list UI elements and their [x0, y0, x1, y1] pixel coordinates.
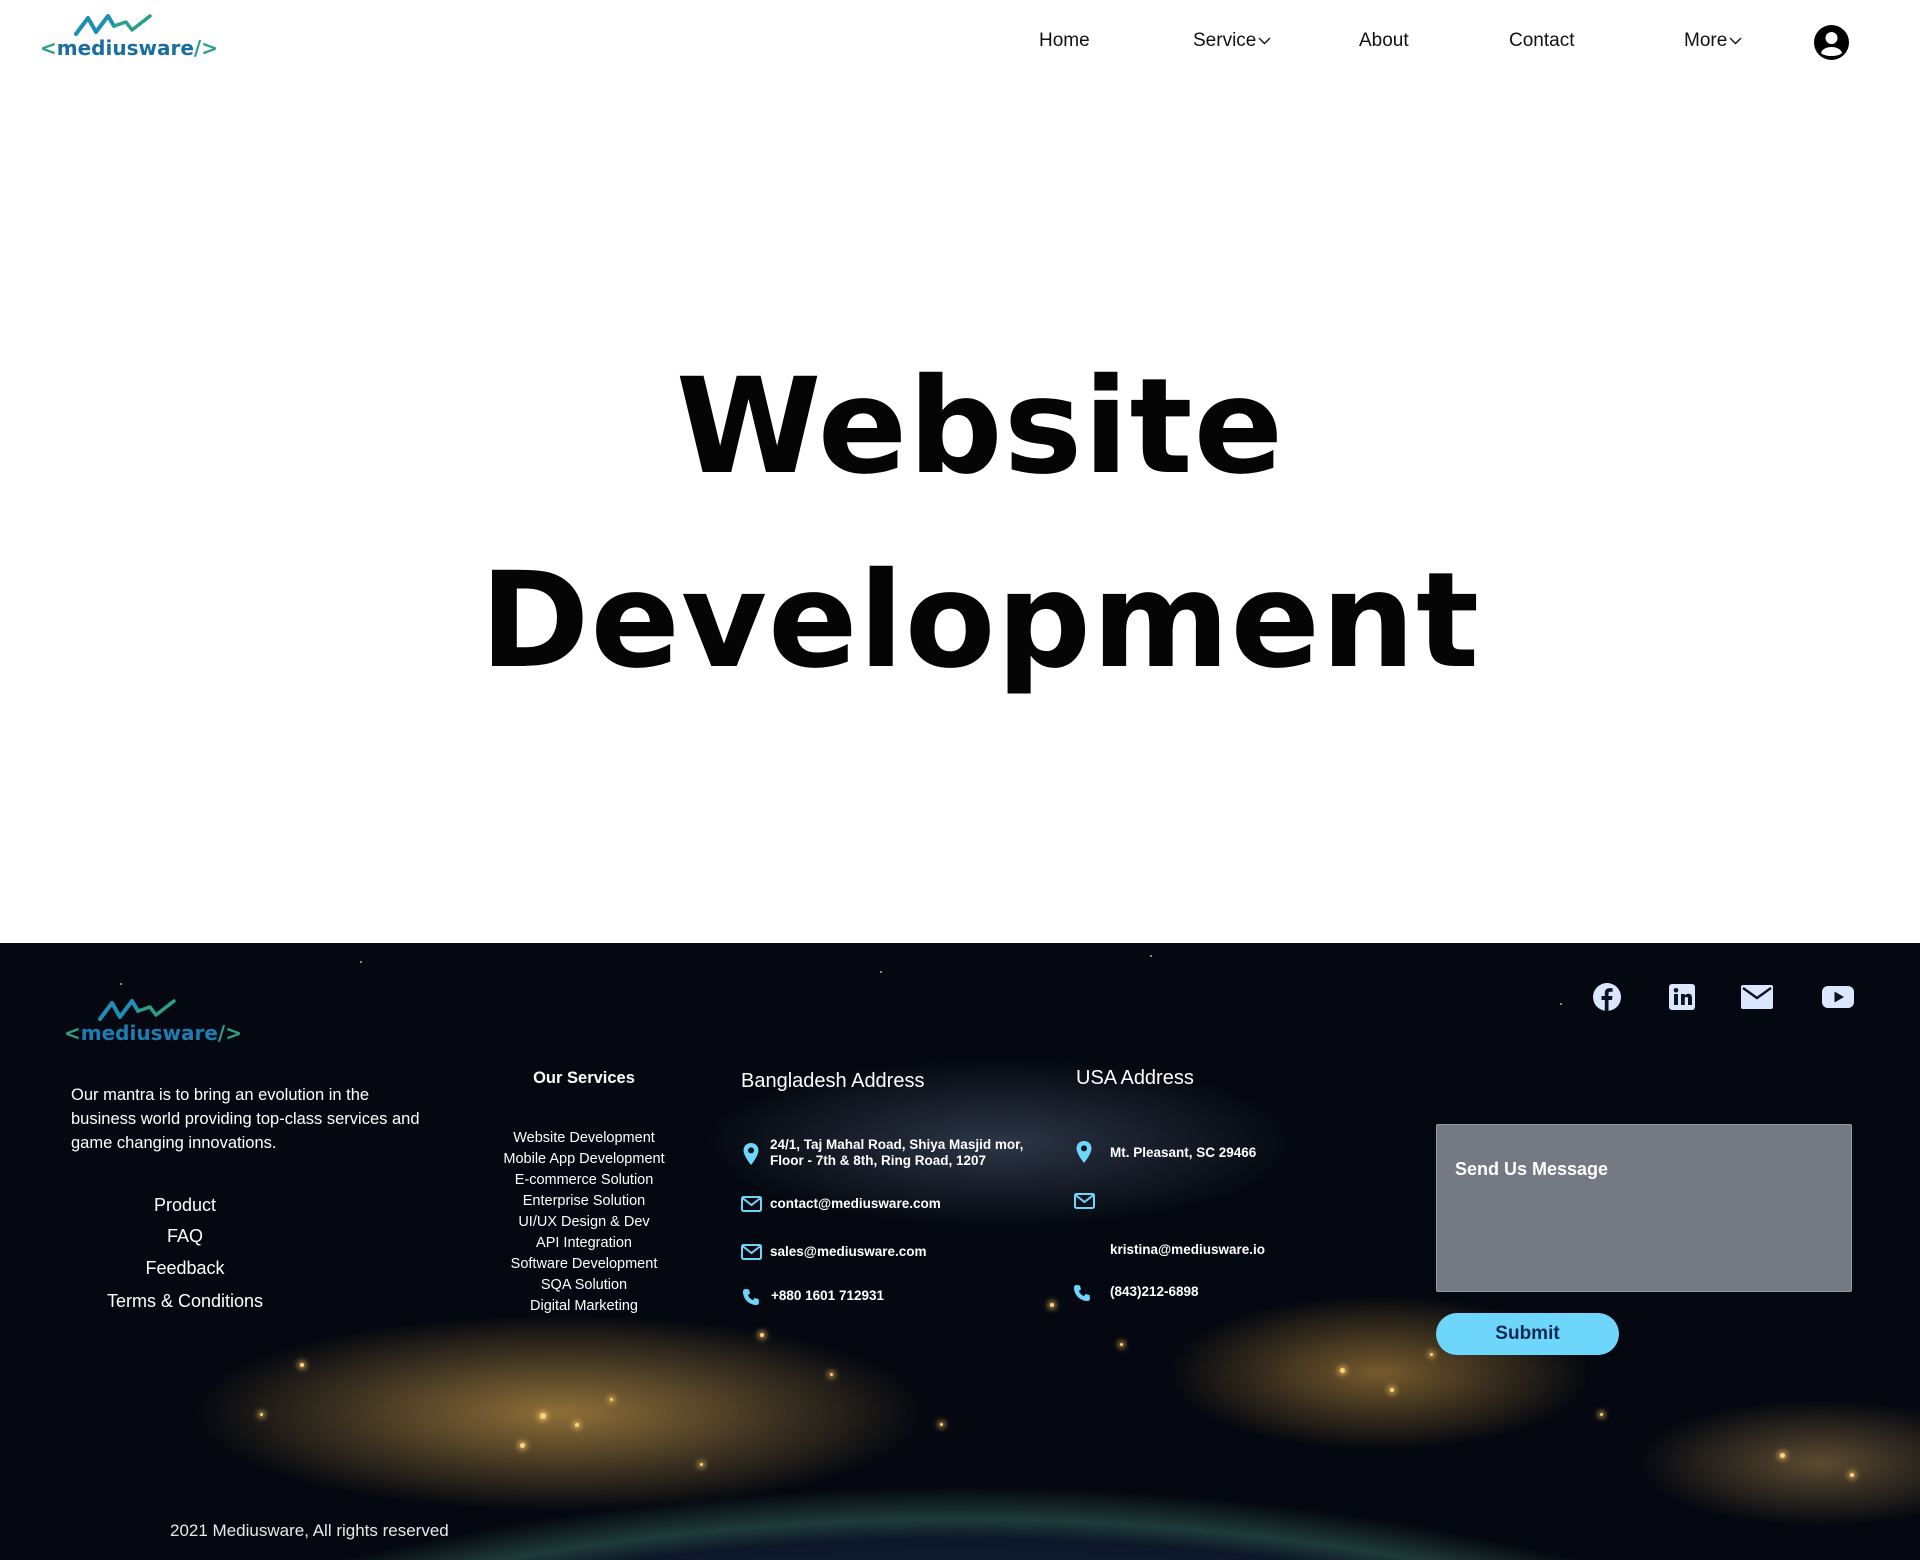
logo-wave-icon [74, 14, 152, 36]
nav-more[interactable]: More [1684, 30, 1742, 52]
nav-home[interactable]: Home [1039, 30, 1090, 52]
location-pin-icon [743, 1143, 759, 1165]
mail-icon [741, 1196, 762, 1212]
chevron-down-icon [1258, 37, 1271, 45]
mediusware-logo[interactable]: <mediusware/> [40, 12, 218, 62]
footer-logo[interactable]: <mediusware/> [64, 997, 242, 1047]
bangladesh-address-heading: Bangladesh Address [741, 1070, 925, 1092]
logo-text: <mediusware/> [64, 1021, 242, 1045]
service-link[interactable]: Enterprise Solution [434, 1193, 734, 1209]
service-link[interactable]: Software Development [434, 1256, 734, 1272]
youtube-icon[interactable] [1821, 982, 1855, 1012]
nav-contact[interactable]: Contact [1509, 30, 1574, 52]
site-footer: <mediusware/> Our mantra is to bring an … [0, 943, 1920, 1560]
message-textarea[interactable]: Send Us Message [1436, 1124, 1852, 1292]
usa-email[interactable]: kristina@mediusware.io [1110, 1242, 1265, 1258]
nav-more-label: More [1684, 30, 1728, 51]
usa-phone[interactable]: (843)212-6898 [1110, 1284, 1199, 1300]
copyright-text: 2021 Mediusware, All rights reserved [170, 1521, 449, 1540]
message-placeholder: Send Us Message [1455, 1159, 1609, 1179]
service-link[interactable]: SQA Solution [434, 1277, 734, 1293]
usa-address: Mt. Pleasant, SC 29466 [1110, 1145, 1257, 1160]
service-link[interactable]: Mobile App Development [434, 1151, 734, 1167]
services-heading: Our Services [533, 1069, 635, 1087]
footer-link-product[interactable]: Product [0, 1195, 370, 1216]
page-title-line-1: Website [675, 350, 1285, 504]
location-pin-icon [1076, 1141, 1092, 1163]
service-link[interactable]: E-commerce Solution [434, 1172, 734, 1188]
site-header: <mediusware/> Home Service About Contact… [0, 0, 1920, 86]
footer-link-terms[interactable]: Terms & Conditions [0, 1291, 370, 1312]
nav-service-label: Service [1193, 30, 1257, 51]
bd-address-line-2: Floor - 7th & 8th, Ring Road, 1207 [770, 1153, 987, 1168]
phone-icon [1074, 1285, 1090, 1301]
logo-text: <mediusware/> [40, 36, 218, 60]
service-link[interactable]: Digital Marketing [434, 1298, 734, 1314]
email-icon[interactable] [1740, 982, 1774, 1012]
nav-service[interactable]: Service [1193, 30, 1271, 52]
facebook-icon[interactable] [1592, 982, 1622, 1012]
phone-icon [743, 1289, 759, 1305]
submit-button[interactable]: Submit [1436, 1313, 1619, 1355]
page-title-line-2: Development [479, 544, 1481, 698]
mail-icon [1074, 1193, 1095, 1209]
bd-email-contact[interactable]: contact@mediusware.com [770, 1196, 941, 1212]
bd-phone[interactable]: +880 1601 712931 [771, 1288, 884, 1304]
service-link[interactable]: UI/UX Design & Dev [434, 1214, 734, 1230]
service-link[interactable]: API Integration [434, 1235, 734, 1251]
usa-address-heading: USA Address [1076, 1067, 1194, 1089]
logo-wave-icon [98, 999, 176, 1021]
footer-link-faq[interactable]: FAQ [0, 1226, 370, 1247]
page-title: Website Development [0, 330, 1920, 718]
bd-email-sales[interactable]: sales@mediusware.com [770, 1244, 927, 1260]
nav-about[interactable]: About [1359, 30, 1409, 52]
chevron-down-icon [1729, 37, 1742, 45]
user-account-icon[interactable] [1813, 24, 1850, 61]
mail-icon [741, 1244, 762, 1260]
footer-mantra: Our mantra is to bring an evolution in t… [71, 1086, 420, 1152]
footer-link-feedback[interactable]: Feedback [0, 1258, 370, 1279]
linkedin-icon[interactable] [1667, 982, 1697, 1012]
bd-address-line-1: 24/1, Taj Mahal Road, Shiya Masjid mor, [770, 1137, 1024, 1152]
service-link[interactable]: Website Development [434, 1130, 734, 1146]
